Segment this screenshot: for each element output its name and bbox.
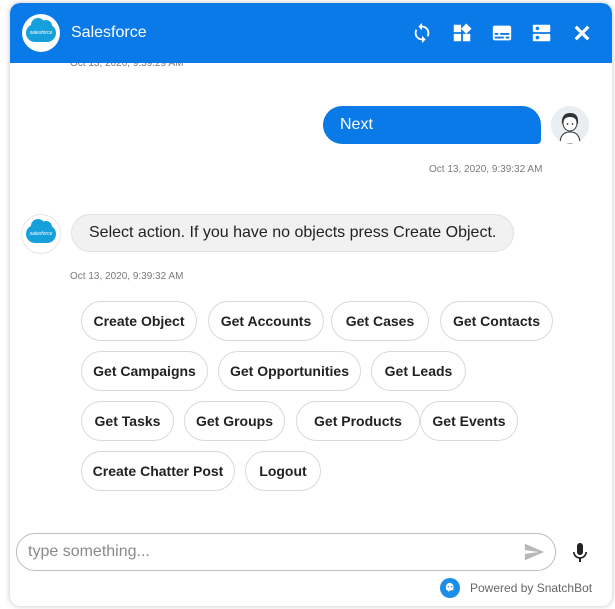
message-timestamp: Oct 13, 2020, 9:39:32 AM (70, 271, 184, 282)
chat-header: salesforce Salesforce (10, 3, 612, 63)
quick-reply-get-events-button[interactable]: Get Events (420, 401, 518, 441)
microphone-icon[interactable] (568, 541, 592, 565)
quick-reply-logout-button[interactable]: Logout (245, 451, 321, 491)
salesforce-logo-icon: salesforce (26, 219, 56, 243)
message-input[interactable] (17, 534, 521, 570)
salesforce-logo-text: salesforce (29, 231, 53, 237)
header-title: Salesforce (71, 24, 147, 41)
widgets-icon[interactable] (442, 13, 482, 53)
chat-widget: Oct 13, 2020, 9:39:29 AM Next Oct 13, 20… (10, 3, 612, 606)
bot-message-bubble: Select action. If you have no objects pr… (71, 214, 515, 252)
quick-reply-get-tasks-button[interactable]: Get Tasks (81, 401, 174, 441)
quick-reply-get-opportunities-button[interactable]: Get Opportunities (218, 351, 361, 391)
salesforce-logo: salesforce (22, 14, 60, 52)
salesforce-logo-icon: salesforce (26, 18, 56, 42)
quick-reply-get-campaigns-button[interactable]: Get Campaigns (81, 351, 208, 391)
bot-avatar: salesforce (21, 214, 61, 254)
quick-reply-create-object-button[interactable]: Create Object (81, 301, 197, 341)
quick-reply-get-contacts-button[interactable]: Get Contacts (440, 301, 553, 341)
message-list: Oct 13, 2020, 9:39:29 AM Next Oct 13, 20… (10, 3, 612, 523)
powered-by-text[interactable]: Powered by SnatchBot (470, 581, 592, 595)
quick-reply-get-cases-button[interactable]: Get Cases (331, 301, 429, 341)
close-icon[interactable] (562, 13, 602, 53)
user-avatar (551, 106, 589, 144)
salesforce-logo-text: salesforce (29, 30, 53, 36)
message-composer (16, 533, 556, 571)
view-agenda-icon[interactable] (522, 13, 562, 53)
quick-reply-get-groups-button[interactable]: Get Groups (184, 401, 285, 441)
send-icon[interactable] (521, 539, 547, 565)
powered-by: Powered by SnatchBot (440, 578, 592, 598)
quick-reply-get-accounts-button[interactable]: Get Accounts (208, 301, 324, 341)
user-message-text: Next (340, 116, 373, 133)
header-toolbar (402, 13, 602, 53)
subtitles-icon[interactable] (482, 13, 522, 53)
quick-reply-get-leads-button[interactable]: Get Leads (371, 351, 466, 391)
snatchbot-logo-icon (440, 578, 460, 598)
quick-reply-create-chatter-post-button[interactable]: Create Chatter Post (81, 451, 235, 491)
refresh-icon[interactable] (402, 13, 442, 53)
message-timestamp: Oct 13, 2020, 9:39:32 AM (429, 164, 543, 175)
quick-reply-get-products-button[interactable]: Get Products (296, 401, 420, 441)
bot-message-text: Select action. If you have no objects pr… (89, 224, 497, 241)
user-message-bubble: Next (323, 106, 541, 144)
